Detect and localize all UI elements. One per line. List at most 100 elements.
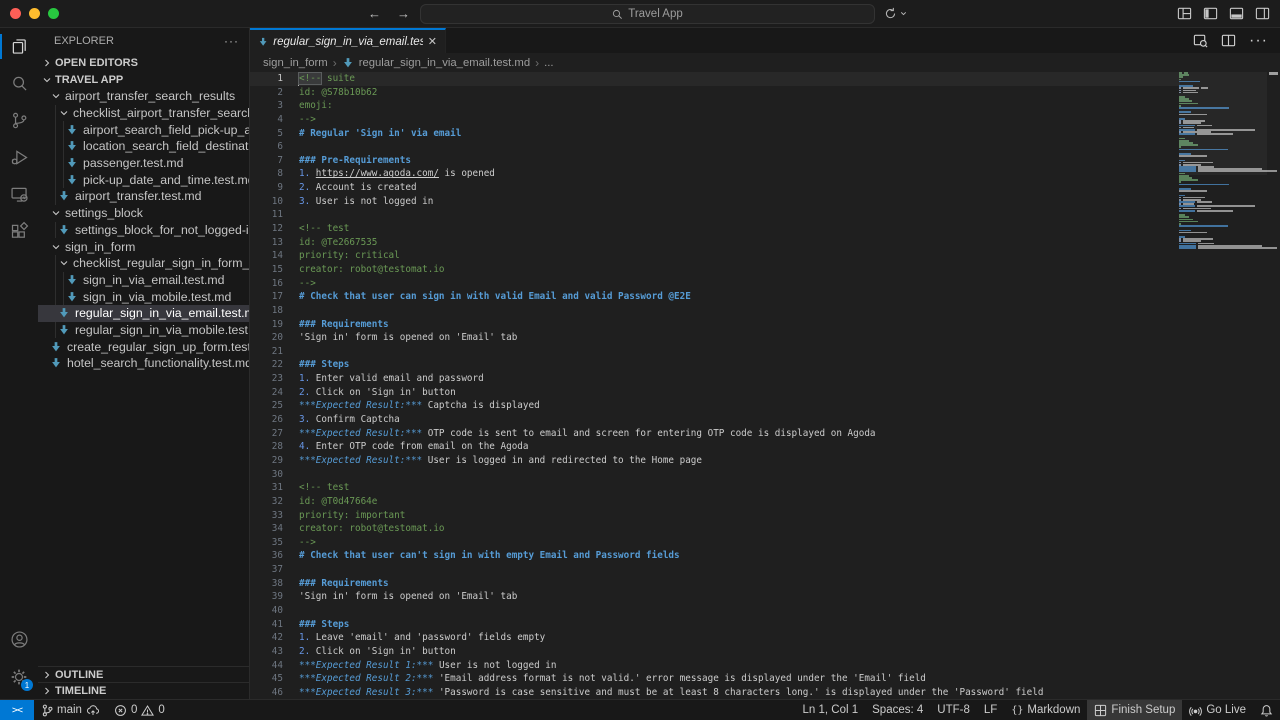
tab-regular-sign-in-via-email[interactable]: regular_sign_in_via_email.test.md ✕	[250, 28, 446, 53]
code-line[interactable]: 46***Expected Result 3:*** 'Password is …	[250, 686, 1180, 699]
status-item-encoding[interactable]: UTF-8	[930, 700, 977, 720]
code-line[interactable]: 14priority: critical	[250, 249, 1180, 263]
activity-source-control[interactable]	[0, 102, 38, 139]
code-line[interactable]: 22### Steps	[250, 358, 1180, 372]
code-line[interactable]: 11	[250, 208, 1180, 222]
code-line[interactable]: 20'Sign in' form is opened on 'Email' ta…	[250, 331, 1180, 345]
section-timeline[interactable]: TIMELINE	[38, 682, 249, 699]
code-line[interactable]: 2id: @S78b10b62	[250, 86, 1180, 100]
tree-item[interactable]: create_regular_sign_up_form.test.md	[38, 338, 249, 355]
code-line[interactable]: 25***Expected Result:*** Captcha is disp…	[250, 399, 1180, 413]
code-line[interactable]: 4-->	[250, 113, 1180, 127]
tree-item[interactable]: location_search_field_destination_l...	[38, 138, 249, 155]
tree-item[interactable]: checklist_airport_transfer_search_fie...	[38, 105, 249, 122]
tree-item[interactable]: airport_search_field_pick-up_airpor...	[38, 121, 249, 138]
close-window-button[interactable]	[10, 8, 21, 19]
go-forward-button[interactable]: →	[397, 6, 410, 21]
breadcrumb-item[interactable]: ...	[544, 57, 553, 69]
code-line[interactable]: 7### Pre-Requirements	[250, 154, 1180, 168]
tree-item[interactable]: airport_transfer_search_results	[38, 88, 249, 105]
command-center-search[interactable]: Travel App	[420, 4, 875, 24]
tree-item[interactable]: settings_block_for_not_logged-in_us...	[38, 222, 249, 239]
section-outline[interactable]: OUTLINE	[38, 666, 249, 682]
toggle-panel-icon[interactable]	[1229, 6, 1244, 21]
activity-search[interactable]	[0, 65, 38, 102]
code-line[interactable]: 17# Check that user can sign in with val…	[250, 290, 1180, 304]
status-item-go-live[interactable]: Go Live	[1182, 700, 1253, 720]
code-line[interactable]: 421. Leave 'email' and 'password' fields…	[250, 631, 1180, 645]
code-line[interactable]: 19### Requirements	[250, 318, 1180, 332]
customize-layout-icon[interactable]	[1177, 6, 1192, 21]
tree-item[interactable]: regular_sign_in_via_email.test.md	[38, 305, 249, 322]
tree-item[interactable]: passenger.test.md	[38, 155, 249, 172]
tree-item[interactable]: sign_in_via_email.test.md	[38, 272, 249, 289]
section-travel-app[interactable]: TRAVEL APP	[38, 71, 249, 88]
tree-item[interactable]: sign_in_via_mobile.test.md	[38, 288, 249, 305]
activity-extensions[interactable]	[0, 213, 38, 250]
code-line[interactable]: 5# Regular 'Sign in' via email	[250, 127, 1180, 141]
code-line[interactable]: 30	[250, 468, 1180, 482]
close-tab-icon[interactable]: ✕	[428, 35, 437, 48]
status-item-eol[interactable]: LF	[977, 700, 1004, 720]
code-line[interactable]: 33priority: important	[250, 509, 1180, 523]
section-open-editors[interactable]: OPEN EDITORS	[38, 54, 249, 71]
code-line[interactable]: 35-->	[250, 536, 1180, 550]
code-line[interactable]: 1<!-- suite	[250, 72, 1180, 86]
open-preview-icon[interactable]	[1193, 33, 1208, 48]
breadcrumb-item[interactable]: sign_in_form	[263, 57, 328, 69]
more-actions-icon[interactable]: ···	[1249, 32, 1268, 50]
code-line[interactable]: 27***Expected Result:*** OTP code is sen…	[250, 427, 1180, 441]
code-line[interactable]: 6	[250, 140, 1180, 154]
tree-item[interactable]: hotel_search_functionality.test.md	[38, 355, 249, 372]
minimize-window-button[interactable]	[29, 8, 40, 19]
code-line[interactable]: 242. Click on 'Sign in' button	[250, 386, 1180, 400]
tree-item[interactable]: checklist_regular_sign_in_form_field...	[38, 255, 249, 272]
tree-item[interactable]: regular_sign_in_via_mobile.test.md	[38, 322, 249, 339]
breadcrumb-item[interactable]: regular_sign_in_via_email.test.md	[342, 57, 530, 69]
code-line[interactable]: 44***Expected Result 1:*** User is not l…	[250, 659, 1180, 673]
git-branch-item[interactable]: main	[34, 700, 107, 720]
code-line[interactable]: 12<!-- test	[250, 222, 1180, 236]
settings-button[interactable]: 1	[0, 658, 38, 695]
minimap[interactable]	[1179, 72, 1267, 249]
code-line[interactable]: 81. https://www.agoda.com/ is opened	[250, 167, 1180, 181]
code-line[interactable]: 38### Requirements	[250, 577, 1180, 591]
code-line[interactable]: 32id: @T0d47664e	[250, 495, 1180, 509]
minimap-slider[interactable]	[1179, 72, 1267, 175]
code-line[interactable]: 34creator: robot@testomat.io	[250, 522, 1180, 536]
code-line[interactable]: 92. Account is created	[250, 181, 1180, 195]
code-line[interactable]: 16-->	[250, 277, 1180, 291]
code-line[interactable]: 41### Steps	[250, 618, 1180, 632]
zoom-window-button[interactable]	[48, 8, 59, 19]
code-line[interactable]: 45***Expected Result 2:*** 'Email addres…	[250, 672, 1180, 686]
code-area[interactable]: 1<!-- suite2id: @S78b10b623emoji:4-->5# …	[250, 72, 1180, 699]
code-line[interactable]: 18	[250, 304, 1180, 318]
tree-item[interactable]: airport_transfer.test.md	[38, 188, 249, 205]
status-item-finish-setup[interactable]: Finish Setup	[1087, 700, 1182, 720]
status-item-cursor-position[interactable]: Ln 1, Col 1	[796, 700, 866, 720]
tree-item[interactable]: sign_in_form	[38, 238, 249, 255]
split-editor-icon[interactable]	[1221, 33, 1236, 48]
activity-run-debug[interactable]	[0, 139, 38, 176]
code-line[interactable]: 432. Click on 'Sign in' button	[250, 645, 1180, 659]
code-line[interactable]: 231. Enter valid email and password	[250, 372, 1180, 386]
activity-explorer[interactable]	[0, 28, 38, 65]
status-item-notifications[interactable]	[1253, 700, 1280, 720]
code-line[interactable]: 37	[250, 563, 1180, 577]
tree-item[interactable]: settings_block	[38, 205, 249, 222]
scrollbar[interactable]	[1267, 72, 1280, 699]
code-line[interactable]: 284. Enter OTP code from email on the Ag…	[250, 440, 1180, 454]
code-line[interactable]: 263. Confirm Captcha	[250, 413, 1180, 427]
code-line[interactable]: 13id: @Te2667535	[250, 236, 1180, 250]
problems-item[interactable]: 0 0	[107, 700, 172, 720]
code-line[interactable]: 31<!-- test	[250, 481, 1180, 495]
activity-remote-explorer[interactable]	[0, 176, 38, 213]
code-line[interactable]: 15creator: robot@testomat.io	[250, 263, 1180, 277]
code-line[interactable]: 40	[250, 604, 1180, 618]
remote-indicator[interactable]: ><	[0, 700, 34, 720]
code-line[interactable]: 3emoji:	[250, 99, 1180, 113]
code-line[interactable]: 36# Check that user can't sign in with e…	[250, 549, 1180, 563]
tree-item[interactable]: pick-up_date_and_time.test.md	[38, 171, 249, 188]
explorer-actions-icon[interactable]: ···	[224, 34, 239, 48]
toggle-primary-sidebar-icon[interactable]	[1203, 6, 1218, 21]
